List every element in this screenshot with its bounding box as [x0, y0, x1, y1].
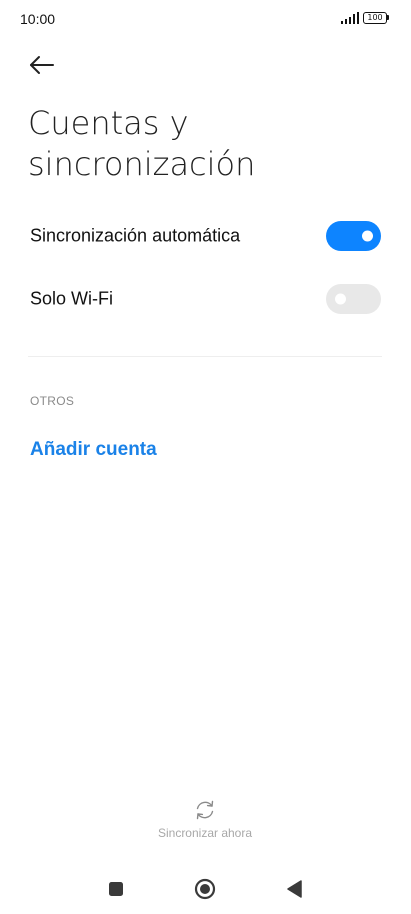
battery-level: 100 — [363, 12, 387, 24]
status-bar: 10:00 100 — [0, 0, 411, 38]
sync-icon — [196, 800, 214, 820]
home-circle-icon[interactable] — [192, 876, 218, 902]
sync-now-label: Sincronizar ahora — [157, 826, 253, 840]
setting-label-wifi-only: Solo Wi-Fi — [30, 288, 114, 309]
setting-label-auto-sync: Sincronización automática — [30, 225, 241, 246]
status-time: 10:00 — [20, 11, 56, 27]
setting-row-wifi-only[interactable]: Solo Wi-Fi — [0, 271, 411, 327]
toggle-knob — [335, 293, 346, 305]
divider — [28, 356, 382, 357]
wifi-only-toggle[interactable] — [326, 284, 381, 314]
back-triangle-icon[interactable] — [281, 876, 307, 902]
signal-icon — [341, 12, 359, 24]
sync-now-button[interactable]: Sincronizar ahora — [125, 798, 285, 848]
battery-icon: 100 — [363, 12, 389, 24]
recents-square-icon[interactable] — [103, 876, 129, 902]
page-title: Cuentas y sincronización — [28, 104, 256, 183]
section-header-others: OTROS — [30, 394, 75, 408]
auto-sync-toggle[interactable] — [326, 221, 381, 251]
add-account-button[interactable]: Añadir cuenta — [30, 439, 157, 461]
navigation-bar — [0, 864, 411, 914]
toggle-knob — [362, 230, 373, 242]
setting-row-auto-sync[interactable]: Sincronización automática — [0, 208, 411, 264]
arrow-left-icon — [30, 56, 54, 74]
back-button[interactable] — [22, 48, 62, 84]
